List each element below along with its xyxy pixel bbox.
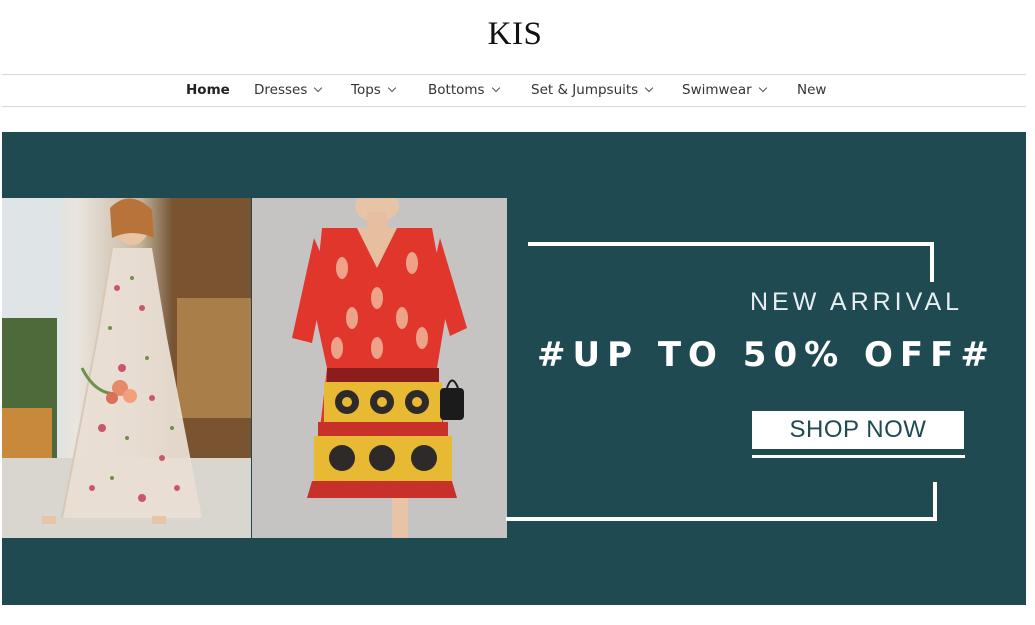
nav-item-set-jumpsuits[interactable]: Set & Jumpsuits [531, 75, 654, 106]
banner-frame-line [933, 482, 937, 521]
nav-item-label: Swimwear [682, 82, 752, 98]
nav-item-label: Bottoms [428, 82, 485, 98]
chevron-down-icon [387, 83, 397, 93]
chevron-down-icon [491, 83, 500, 93]
chevron-down-icon [644, 83, 654, 93]
banner-headline: #UP TO 50% OFF# [537, 335, 996, 375]
chevron-down-icon [314, 83, 323, 93]
banner-subtitle: NEW ARRIVAL [750, 288, 964, 316]
red-dress-illustration [252, 190, 507, 538]
nav-item-dresses[interactable]: Dresses [254, 75, 323, 106]
model-photo-floral-dress [2, 198, 251, 538]
hero-banner[interactable]: NEW ARRIVAL #UP TO 50% OFF# SHOP NOW [2, 132, 1026, 605]
nav-item-label: New [797, 82, 827, 98]
banner-frame-line [528, 242, 932, 246]
nav-item-label: Home [186, 82, 230, 98]
nav-item-swimwear[interactable]: Swimwear [682, 75, 767, 106]
shop-now-button[interactable]: SHOP NOW [752, 411, 964, 449]
nav-item-bottoms[interactable]: Bottoms [428, 75, 500, 106]
nav-item-label: Set & Jumpsuits [531, 82, 639, 98]
nav-item-new[interactable]: New [797, 75, 826, 106]
model-photo-red-print-dress [252, 190, 507, 538]
banner-frame-line [506, 517, 937, 521]
site-header: KIS [0, 0, 1035, 74]
main-nav: Home Dresses Tops Bottoms Set & Jumpsuit… [2, 74, 1026, 107]
nav-item-home[interactable]: Home [186, 75, 230, 106]
chevron-down-icon [758, 83, 767, 93]
shop-now-underline [752, 455, 965, 458]
nav-item-label: Dresses [254, 82, 308, 98]
banner-frame-line [930, 242, 934, 282]
floral-dress-illustration [2, 198, 251, 538]
nav-item-label: Tops [351, 82, 381, 98]
nav-item-tops[interactable]: Tops [351, 75, 397, 106]
site-logo[interactable]: KIS [0, 16, 1030, 53]
